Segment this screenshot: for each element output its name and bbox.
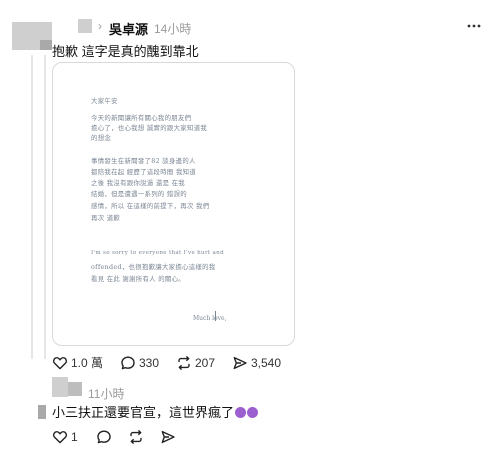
repost-icon [176, 355, 192, 371]
signature-stroke [215, 311, 222, 321]
letter-line: 感情，所以 在這樣的前提下，再次 我們 [91, 202, 210, 210]
reply-text: 抱歉 這字是真的醜到靠北 [52, 44, 199, 59]
letter-line: 的想念 [91, 134, 112, 142]
letter-line: 都陪我在起 經歷了這段時間 我知道 [91, 168, 197, 176]
username-redacted[interactable] [68, 382, 82, 396]
post-time: 11小時 [88, 387, 125, 401]
action-bar: 1 [52, 429, 184, 445]
author-name[interactable]: 吳卓源 [109, 19, 148, 38]
comment-count: 330 [139, 355, 160, 370]
repost-count: 207 [195, 355, 216, 370]
share-count: 3,540 [251, 355, 282, 370]
avatar-accent [40, 40, 52, 50]
like-button[interactable]: 1.0 萬 [52, 354, 120, 371]
avatar-accent [38, 405, 46, 419]
repost-button[interactable]: 207 [176, 355, 232, 371]
send-icon [160, 429, 176, 445]
action-bar: 1.0 萬 330 207 3,540 [52, 354, 292, 371]
avatar[interactable] [52, 377, 68, 397]
comment-button[interactable] [96, 429, 128, 445]
heart-icon [52, 429, 68, 445]
chevron-right-icon: › [98, 19, 102, 33]
thread-line [44, 55, 46, 359]
letter-line: 看見 在此 謝謝所有人 的關心。 [91, 275, 185, 283]
letter-line: 再次 道歉 [91, 214, 121, 222]
more-icon[interactable] [466, 18, 482, 34]
thread-line [31, 55, 33, 359]
letter-line: 擔心了，也心我想 誠實的跟大家知道我 [91, 124, 208, 132]
share-button[interactable]: 3,540 [232, 355, 292, 371]
letter-image[interactable]: 大家午安 今天的新聞讓所有關心我的朋友們 擔心了，也心我想 誠實的跟大家知道我 … [52, 62, 295, 346]
like-count: 1.0 萬 [71, 356, 104, 370]
like-button[interactable]: 1 [52, 429, 96, 445]
comment-icon [96, 429, 112, 445]
devil-face-icon [247, 407, 259, 418]
like-count: 1 [71, 430, 78, 444]
send-icon [232, 355, 248, 371]
username-redacted[interactable] [78, 19, 92, 33]
letter-line: 事情發生在新聞發了82 談身邊的人 [91, 157, 196, 165]
letter-line: 今天的新聞讓所有關心我的朋友們 [91, 114, 192, 122]
letter-line: offended，也很抱歉讓大家擔心這樣的我 [91, 263, 216, 271]
repost-button[interactable] [128, 429, 160, 445]
letter-line: 之後 我沒有跟你說過 還是 在我 [91, 179, 185, 187]
letter-line: 大家午安 [91, 97, 118, 105]
comment-button[interactable]: 330 [120, 355, 176, 371]
reply-text: 小三扶正還要官宣，這世界瘋了 [52, 405, 235, 420]
letter-line: 結婚，但是遭遇一系列的 錯誤的 [91, 190, 187, 198]
repost-icon [128, 429, 144, 445]
share-button[interactable] [160, 429, 184, 445]
heart-icon [52, 355, 68, 371]
comment-icon [120, 355, 136, 371]
post-time: 14小時 [154, 22, 192, 36]
devil-face-icon [235, 407, 247, 418]
reply-text-row: 小三扶正還要官宣，這世界瘋了 [52, 402, 259, 422]
letter-line: I'm so sorry to everyone that I've hurt … [91, 250, 224, 256]
